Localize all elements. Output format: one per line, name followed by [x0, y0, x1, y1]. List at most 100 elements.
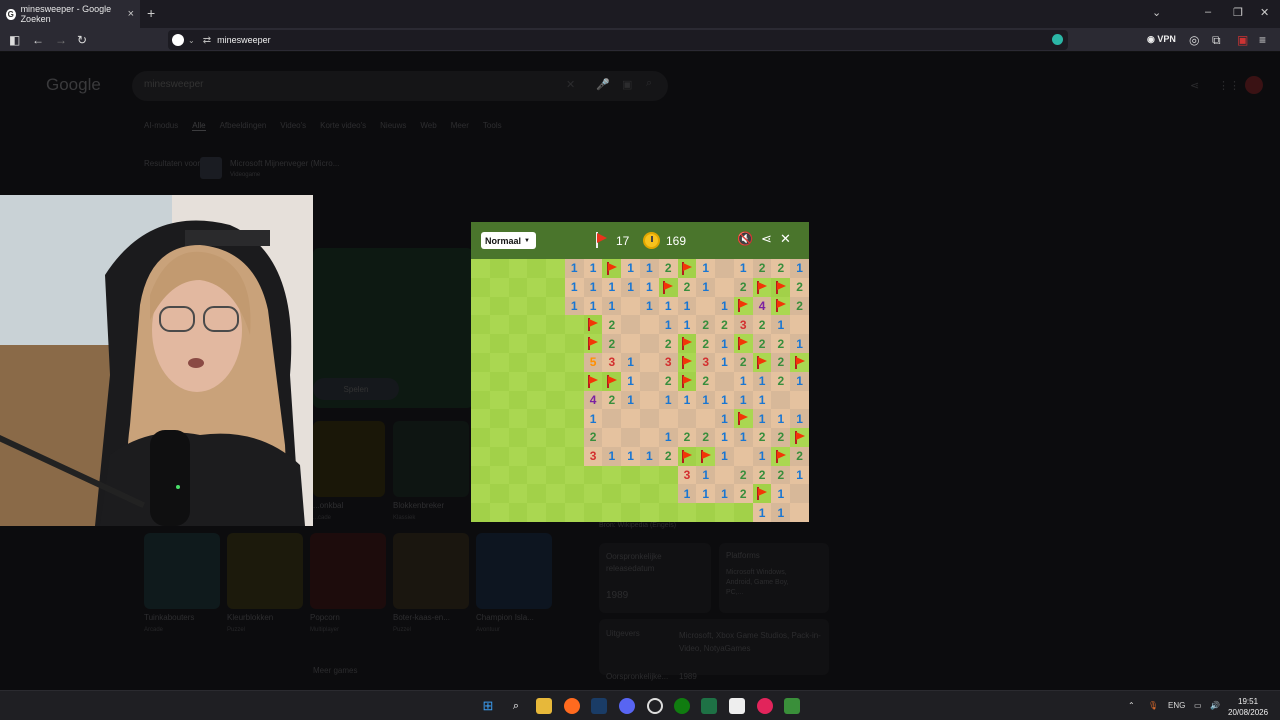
unrevealed-cell[interactable] — [527, 334, 547, 353]
revealed-empty-cell[interactable] — [733, 446, 753, 466]
unrevealed-cell[interactable] — [471, 259, 490, 278]
address-bar[interactable]: ⌄ ⇄ minesweeper — [168, 30, 1068, 50]
revealed-number-cell[interactable]: 2 — [771, 371, 791, 391]
microphone-icon[interactable]: 🎤 — [596, 78, 610, 91]
revealed-number-cell[interactable]: 2 — [696, 334, 716, 353]
revealed-empty-cell[interactable] — [640, 371, 659, 391]
share-icon[interactable]: ⋖ — [761, 231, 772, 247]
unrevealed-cell[interactable] — [508, 465, 528, 485]
revealed-number-cell[interactable]: 1 — [733, 371, 753, 391]
game-thumb-title[interactable]: Tuinkabouters — [144, 613, 194, 622]
excel-icon[interactable] — [701, 698, 717, 714]
system-clock[interactable]: 19:51 20/08/2026 — [1228, 696, 1268, 718]
browser-tab[interactable]: G minesweeper - Google Zoeken × — [0, 0, 140, 28]
revealed-number-cell[interactable]: 2 — [790, 277, 809, 297]
game-thumb-title[interactable]: Boter-kaas-en... — [393, 613, 450, 622]
revealed-number-cell[interactable]: 3 — [583, 446, 603, 466]
chevron-down-icon[interactable]: ⌄ — [1152, 6, 1161, 19]
flagged-cell[interactable] — [677, 259, 697, 278]
unrevealed-cell[interactable] — [508, 315, 528, 335]
revealed-empty-cell[interactable] — [790, 484, 809, 504]
unrevealed-cell[interactable] — [658, 484, 678, 504]
sidebar-icon[interactable]: ◧ — [9, 33, 20, 47]
flagged-cell[interactable] — [677, 334, 697, 353]
flagged-cell[interactable] — [752, 352, 772, 372]
revealed-empty-cell[interactable] — [621, 334, 640, 353]
revealed-number-cell[interactable]: 1 — [752, 409, 772, 429]
revealed-number-cell[interactable]: 2 — [771, 334, 791, 353]
unrevealed-cell[interactable] — [602, 503, 622, 522]
revealed-number-cell[interactable]: 1 — [658, 390, 678, 410]
unrevealed-cell[interactable] — [546, 484, 565, 504]
unrevealed-cell[interactable] — [640, 484, 659, 504]
revealed-number-cell[interactable]: 2 — [771, 352, 791, 372]
flagged-cell[interactable] — [752, 277, 772, 297]
tab-news[interactable]: Nieuws — [380, 121, 406, 131]
unrevealed-cell[interactable] — [564, 446, 584, 466]
revealed-empty-cell[interactable] — [677, 409, 697, 429]
share-icon[interactable]: ⋖ — [1190, 79, 1199, 92]
revealed-number-cell[interactable]: 2 — [658, 259, 678, 278]
unrevealed-cell[interactable] — [471, 484, 490, 504]
unrevealed-cell[interactable] — [527, 390, 547, 410]
revealed-number-cell[interactable]: 2 — [733, 484, 753, 504]
forward-icon[interactable]: → — [55, 33, 67, 47]
revealed-number-cell[interactable]: 1 — [658, 296, 678, 316]
unrevealed-cell[interactable] — [546, 446, 565, 466]
revealed-number-cell[interactable]: 1 — [752, 446, 772, 466]
revealed-number-cell[interactable]: 1 — [733, 259, 753, 278]
revealed-number-cell[interactable]: 1 — [771, 315, 791, 335]
flagged-cell[interactable] — [733, 334, 753, 353]
game-thumb[interactable] — [393, 533, 469, 609]
revealed-number-cell[interactable]: 2 — [658, 334, 678, 353]
tab-close-icon[interactable]: × — [128, 8, 134, 20]
xbox-icon[interactable] — [674, 698, 690, 714]
revealed-number-cell[interactable]: 2 — [733, 465, 753, 485]
unrevealed-cell[interactable] — [508, 352, 528, 372]
revealed-number-cell[interactable]: 1 — [564, 277, 584, 297]
extension-badge-icon[interactable]: ▣ — [1237, 33, 1248, 47]
game-thumb[interactable] — [313, 421, 385, 497]
revealed-number-cell[interactable]: 1 — [583, 409, 603, 429]
revealed-number-cell[interactable]: 1 — [583, 296, 603, 316]
revealed-number-cell[interactable]: 1 — [790, 409, 809, 429]
revealed-number-cell[interactable]: 2 — [790, 296, 809, 316]
unrevealed-cell[interactable] — [471, 334, 490, 353]
back-icon[interactable]: ← — [32, 33, 44, 47]
revealed-number-cell[interactable]: 1 — [790, 371, 809, 391]
revealed-number-cell[interactable]: 1 — [677, 296, 697, 316]
revealed-number-cell[interactable]: 1 — [715, 334, 734, 353]
revealed-number-cell[interactable]: 2 — [677, 277, 697, 297]
revealed-number-cell[interactable]: 2 — [658, 371, 678, 391]
game-thumb-title[interactable]: Popcorn — [310, 613, 340, 622]
revealed-number-cell[interactable]: 3 — [696, 352, 716, 372]
revealed-empty-cell[interactable] — [790, 390, 809, 410]
site-identity-icon[interactable] — [172, 34, 184, 46]
unrevealed-cell[interactable] — [471, 446, 490, 466]
unrevealed-cell[interactable] — [527, 465, 547, 485]
unrevealed-cell[interactable] — [677, 503, 697, 522]
unrevealed-cell[interactable] — [471, 296, 490, 316]
unrevealed-cell[interactable] — [640, 503, 659, 522]
unrevealed-cell[interactable] — [489, 371, 509, 391]
unrevealed-cell[interactable] — [546, 315, 565, 335]
revealed-empty-cell[interactable] — [771, 390, 791, 410]
revealed-number-cell[interactable]: 2 — [602, 315, 622, 335]
unrevealed-cell[interactable] — [489, 446, 509, 466]
revealed-number-cell[interactable]: 1 — [715, 296, 734, 316]
revealed-number-cell[interactable]: 1 — [677, 484, 697, 504]
unrevealed-cell[interactable] — [527, 503, 547, 522]
revealed-empty-cell[interactable] — [790, 503, 809, 522]
unrevealed-cell[interactable] — [546, 259, 565, 278]
unrevealed-cell[interactable] — [489, 296, 509, 316]
tab-tools[interactable]: Tools — [483, 121, 502, 131]
unrevealed-cell[interactable] — [508, 428, 528, 447]
file-icon[interactable] — [729, 698, 745, 714]
unrevealed-cell[interactable] — [715, 503, 734, 522]
revealed-empty-cell[interactable] — [715, 259, 734, 278]
unrevealed-cell[interactable] — [658, 503, 678, 522]
more-games-link[interactable]: Meer games — [313, 666, 357, 675]
translate-icon[interactable] — [1052, 34, 1063, 45]
unrevealed-cell[interactable] — [546, 428, 565, 447]
extensions-icon[interactable]: ⧉ — [1212, 33, 1221, 48]
